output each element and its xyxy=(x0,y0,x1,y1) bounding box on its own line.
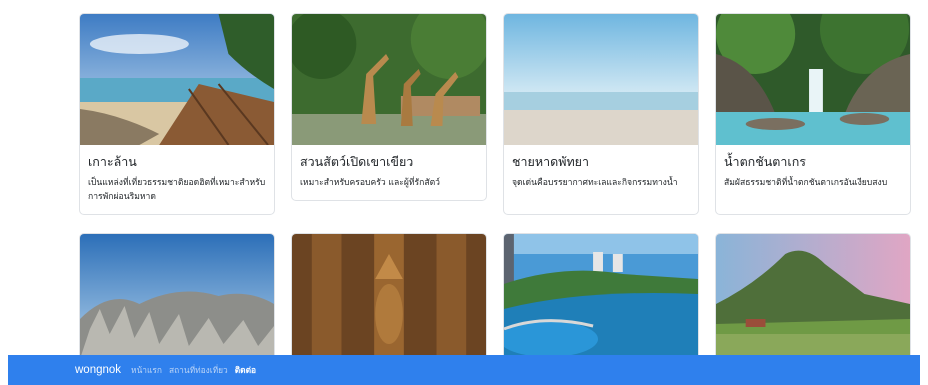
bottom-navbar: wongnok หน้าแรก สถานที่ท่องเที่ยว ติดต่อ xyxy=(8,355,920,385)
card-sanctuary-of-truth[interactable] xyxy=(291,233,487,363)
khao-chi-chan-image xyxy=(716,234,910,359)
card-title: เกาะล้าน xyxy=(88,154,137,169)
card-description: สัมผัสธรรมชาติที่น้ำตกชันตาเกรอันเงียบสง… xyxy=(724,178,888,188)
koh-larn-image xyxy=(80,14,274,145)
card-khao-chi-chan[interactable] xyxy=(715,233,911,363)
card-title: สวนสัตว์เปิดเขาเขียว xyxy=(300,154,414,169)
card-pattaya-city[interactable] xyxy=(503,233,699,363)
navbar-brand[interactable]: wongnok xyxy=(75,364,121,376)
nav-link-home[interactable]: หน้าแรก xyxy=(131,363,162,377)
card-description: เหมาะสำหรับครอบครัว และผู้ที่รักสัตว์ xyxy=(300,178,441,188)
rock-landscape-image xyxy=(80,234,274,359)
card-title: น้ำตกชันตาเกร xyxy=(724,154,806,169)
sanctuary-of-truth-image xyxy=(292,234,486,359)
card-chanta-then-waterfall[interactable]: น้ำตกชันตาเกร สัมผัสธรรมชาติที่น้ำตกชันต… xyxy=(715,13,911,215)
nav-link-contact[interactable]: ติดต่อ xyxy=(235,363,256,377)
card-description: เป็นแหล่งที่เที่ยวธรรมชาติยอดฮิตที่เหมาะ… xyxy=(88,178,266,202)
card-pattaya-beach[interactable]: ชายหาดพัทยา จุดเด่นคือบรรยากาศทะเลและกิจ… xyxy=(503,13,699,215)
card-rock-landscape[interactable] xyxy=(79,233,275,363)
card-title: ชายหาดพัทยา xyxy=(512,154,590,169)
card-koh-larn[interactable]: เกาะล้าน เป็นแหล่งที่เที่ยวธรรมชาติยอดฮิ… xyxy=(79,13,275,215)
pattaya-city-image xyxy=(504,234,698,359)
nav-link-attractions[interactable]: สถานที่ท่องเที่ยว xyxy=(169,363,228,377)
khao-kheow-image xyxy=(292,14,486,145)
card-khao-kheow-zoo[interactable]: สวนสัตว์เปิดเขาเขียว เหมาะสำหรับครอบครัว… xyxy=(291,13,487,201)
card-description: จุดเด่นคือบรรยากาศทะเลและกิจกรรมทางน้ำ xyxy=(512,178,678,188)
waterfall-image xyxy=(716,14,910,145)
pattaya-beach-image xyxy=(504,14,698,145)
